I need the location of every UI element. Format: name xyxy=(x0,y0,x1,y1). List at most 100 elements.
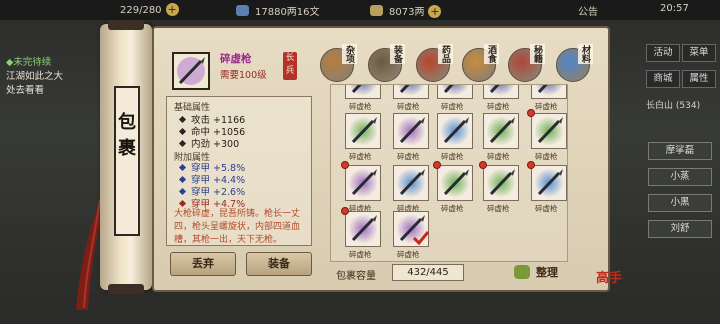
top-status-bar: 229/280 + 17880两16文 8073两 + 公告 20:57 xyxy=(0,0,720,20)
spear-icon xyxy=(537,85,548,94)
slot-item-name: 碎虚枪 xyxy=(535,204,558,213)
spear-icon xyxy=(443,169,469,196)
spear-icon xyxy=(489,169,515,196)
activity-button[interactable]: 活动 xyxy=(646,44,680,62)
inventory-slot[interactable] xyxy=(531,165,567,201)
inventory-slot[interactable] xyxy=(393,113,429,149)
inventory-slot[interactable] xyxy=(345,85,381,99)
new-item-indicator xyxy=(479,161,487,169)
slot-item-name: 碎虚枪 xyxy=(349,102,372,111)
capacity-value: 432/445 xyxy=(392,264,464,281)
equip-button[interactable]: 装备 xyxy=(246,252,312,276)
side-button[interactable]: 刘舒 xyxy=(648,220,712,238)
slot-item-name: 碎虚枪 xyxy=(487,204,510,213)
side-button[interactable]: 摩挲磊 xyxy=(648,142,712,160)
slot-item-name: 碎虚枪 xyxy=(397,250,420,259)
slot-item-name: 碎虚枪 xyxy=(487,102,510,111)
slot-item-name: 碎虚枪 xyxy=(441,204,464,213)
spear-icon xyxy=(351,117,377,144)
inventory-slot[interactable] xyxy=(345,165,381,201)
silver-counter: 8073两 + xyxy=(370,3,442,18)
attributes-button[interactable]: 属性 xyxy=(682,70,716,88)
item-name: 碎虚枪 xyxy=(220,53,252,65)
spear-icon xyxy=(351,215,377,242)
checkmark-icon xyxy=(412,231,430,246)
spear-icon xyxy=(537,169,563,196)
inventory-slot[interactable] xyxy=(531,113,567,149)
side-button[interactable]: 小蒸 xyxy=(648,168,712,186)
item-requirement: 需要100级 xyxy=(220,70,267,81)
spear-icon xyxy=(177,57,205,85)
clock: 20:57 xyxy=(660,3,689,14)
selected-item-icon xyxy=(172,52,210,90)
location-label: 长白山 (534) xyxy=(646,101,701,111)
spear-icon xyxy=(443,117,469,144)
inventory-slot[interactable] xyxy=(437,165,473,201)
inventory-slot[interactable] xyxy=(483,165,519,201)
spear-icon xyxy=(443,85,454,94)
category-label: 装备 xyxy=(390,44,405,64)
inventory-slot[interactable] xyxy=(393,211,430,247)
spear-icon xyxy=(351,85,362,94)
category-label: 材料 xyxy=(578,44,593,64)
silver-icon xyxy=(370,5,383,16)
slot-item-name: 碎虚枪 xyxy=(441,152,464,161)
new-item-indicator xyxy=(433,161,441,169)
category-label: 杂项 xyxy=(342,44,357,64)
slot-item-name: 碎虚枪 xyxy=(441,102,464,111)
spear-icon xyxy=(399,85,410,94)
inventory-slot[interactable] xyxy=(345,211,381,247)
slot-item-name: 碎虚枪 xyxy=(397,102,420,111)
slot-item-name: 碎虚枪 xyxy=(535,152,558,161)
inventory-slot[interactable] xyxy=(437,113,473,149)
inventory-slot[interactable] xyxy=(437,85,473,99)
bag-title: 包裹 xyxy=(114,86,140,236)
money-counter: 17880两16文 xyxy=(236,3,320,18)
spear-icon xyxy=(489,85,500,94)
add-stamina-button[interactable]: + xyxy=(165,3,179,16)
scroll-cap-top xyxy=(108,20,144,30)
base-stat: 内劲 +300 xyxy=(178,136,239,150)
inventory-slot[interactable] xyxy=(483,85,519,99)
slot-item-name: 碎虚枪 xyxy=(535,102,558,111)
spear-icon xyxy=(399,169,425,196)
item-type-stamp: 长兵 xyxy=(283,52,297,80)
stamina-counter: 229/280 + xyxy=(120,3,179,16)
category-label: 秘籍 xyxy=(530,44,545,64)
quest-line: 江湖如此之大 xyxy=(6,71,64,82)
shop-button[interactable]: 商城 xyxy=(646,70,680,88)
inventory-grid[interactable]: 碎虚枪 碎虚枪 碎虚枪 碎虚枪 碎虚枪 碎虚枪 碎虚枪 碎虚枪 碎虚枪 碎虚枪 碎虚枪 碎虚枪 碎虚枪碎… xyxy=(330,84,568,262)
slot-item-name: 碎虚枪 xyxy=(349,152,372,161)
add-silver-button[interactable]: + xyxy=(428,5,442,18)
inventory-slot[interactable] xyxy=(393,165,429,201)
bag-sort-icon xyxy=(514,265,530,279)
inventory-slot[interactable] xyxy=(345,113,381,149)
slot-item-name: 碎虚枪 xyxy=(397,152,420,161)
inventory-slot[interactable] xyxy=(531,85,567,99)
item-description: 大枪碎虚，昆吾所铸。枪长一丈四，枪头呈螺旋状，内部四道血槽，其枪一出，天下无枪。 xyxy=(174,209,301,245)
sort-button[interactable]: 整理 xyxy=(514,264,564,282)
spear-icon xyxy=(399,117,425,144)
new-item-indicator xyxy=(527,109,535,117)
new-item-indicator xyxy=(341,207,349,215)
quest-line: 处去看看 xyxy=(6,85,45,96)
announcement-button[interactable]: 公告 xyxy=(578,3,598,18)
scroll-cap-bottom xyxy=(108,284,144,294)
spear-icon xyxy=(351,169,377,196)
inventory-slot[interactable] xyxy=(483,113,519,149)
menu-button[interactable]: 菜单 xyxy=(682,44,716,62)
slot-item-name: 碎虚枪 xyxy=(349,250,372,259)
spear-icon xyxy=(489,117,515,144)
capacity-label: 包裹容量 xyxy=(336,271,376,282)
slot-item-name: 碎虚枪 xyxy=(487,152,510,161)
quest-title: ◆未完待续 xyxy=(6,57,52,68)
side-button[interactable]: 小黑 xyxy=(648,194,712,212)
quest-tracker[interactable]: ◆未完待续 江湖如此之大 处去看看 xyxy=(6,56,114,98)
new-item-indicator xyxy=(341,161,349,169)
new-item-indicator xyxy=(527,161,535,169)
discard-button[interactable]: 丢弃 xyxy=(170,252,236,276)
inventory-slot[interactable] xyxy=(393,85,429,99)
corner-seal: 高手 xyxy=(596,271,623,286)
money-icon xyxy=(236,5,249,16)
category-label: 酒食 xyxy=(484,44,499,64)
